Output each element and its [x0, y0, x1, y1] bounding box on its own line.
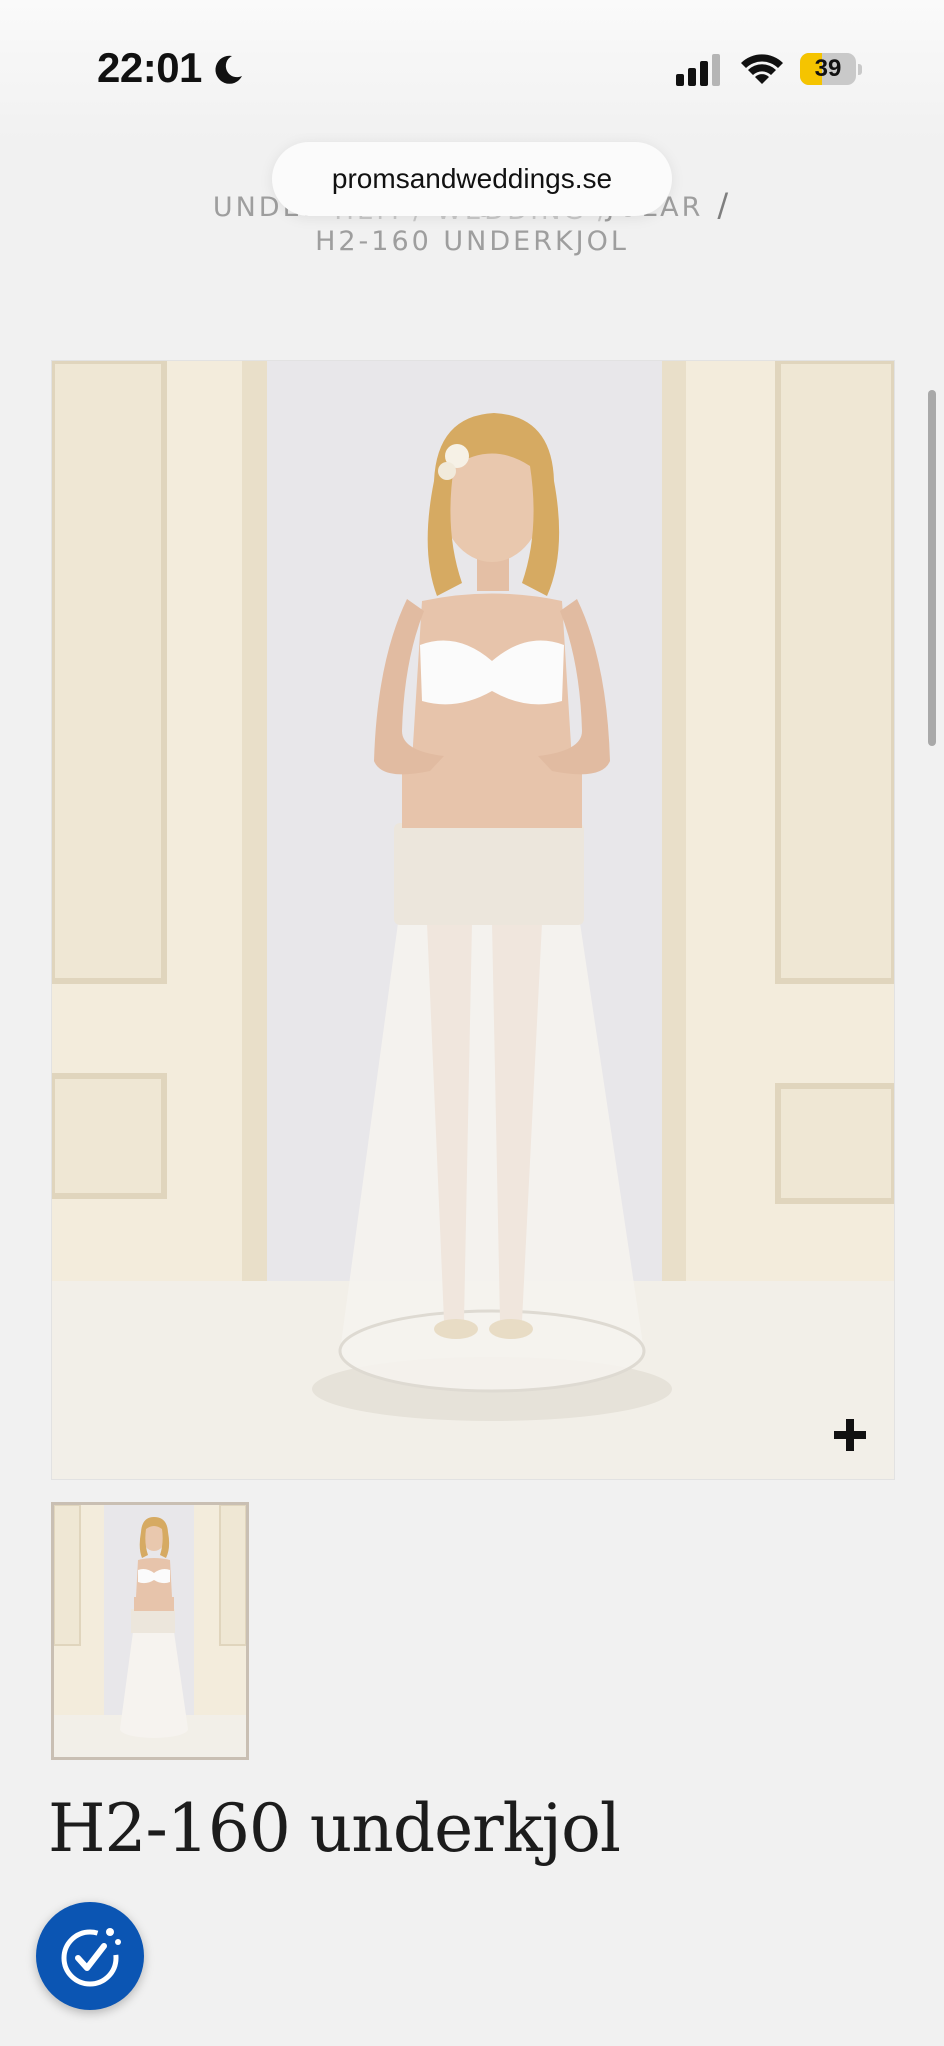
product-thumbnail[interactable] — [51, 1502, 249, 1760]
product-photo — [52, 361, 894, 1479]
accessibility-button[interactable] — [36, 1902, 144, 2010]
battery-percent: 39 — [814, 55, 842, 82]
product-title: H2-160 underkjol — [48, 1790, 621, 1867]
signal-icon — [676, 54, 720, 86]
url-bar[interactable]: promsandweddings.se — [272, 142, 672, 216]
status-time: 22:01 — [97, 44, 202, 91]
wifi-icon — [741, 54, 783, 84]
scrollbar[interactable] — [928, 390, 936, 746]
moon-icon — [215, 55, 242, 84]
product-image[interactable] — [51, 360, 895, 1480]
thumbnail-photo — [54, 1505, 246, 1757]
status-bar: 22:01 39 — [0, 0, 944, 140]
battery-indicator: 39 — [800, 53, 862, 85]
plus-icon[interactable] — [830, 1415, 870, 1455]
accessibility-check-icon — [61, 1928, 121, 1987]
breadcrumb-item-current: H2-160 UNDERKJOL — [315, 226, 629, 257]
